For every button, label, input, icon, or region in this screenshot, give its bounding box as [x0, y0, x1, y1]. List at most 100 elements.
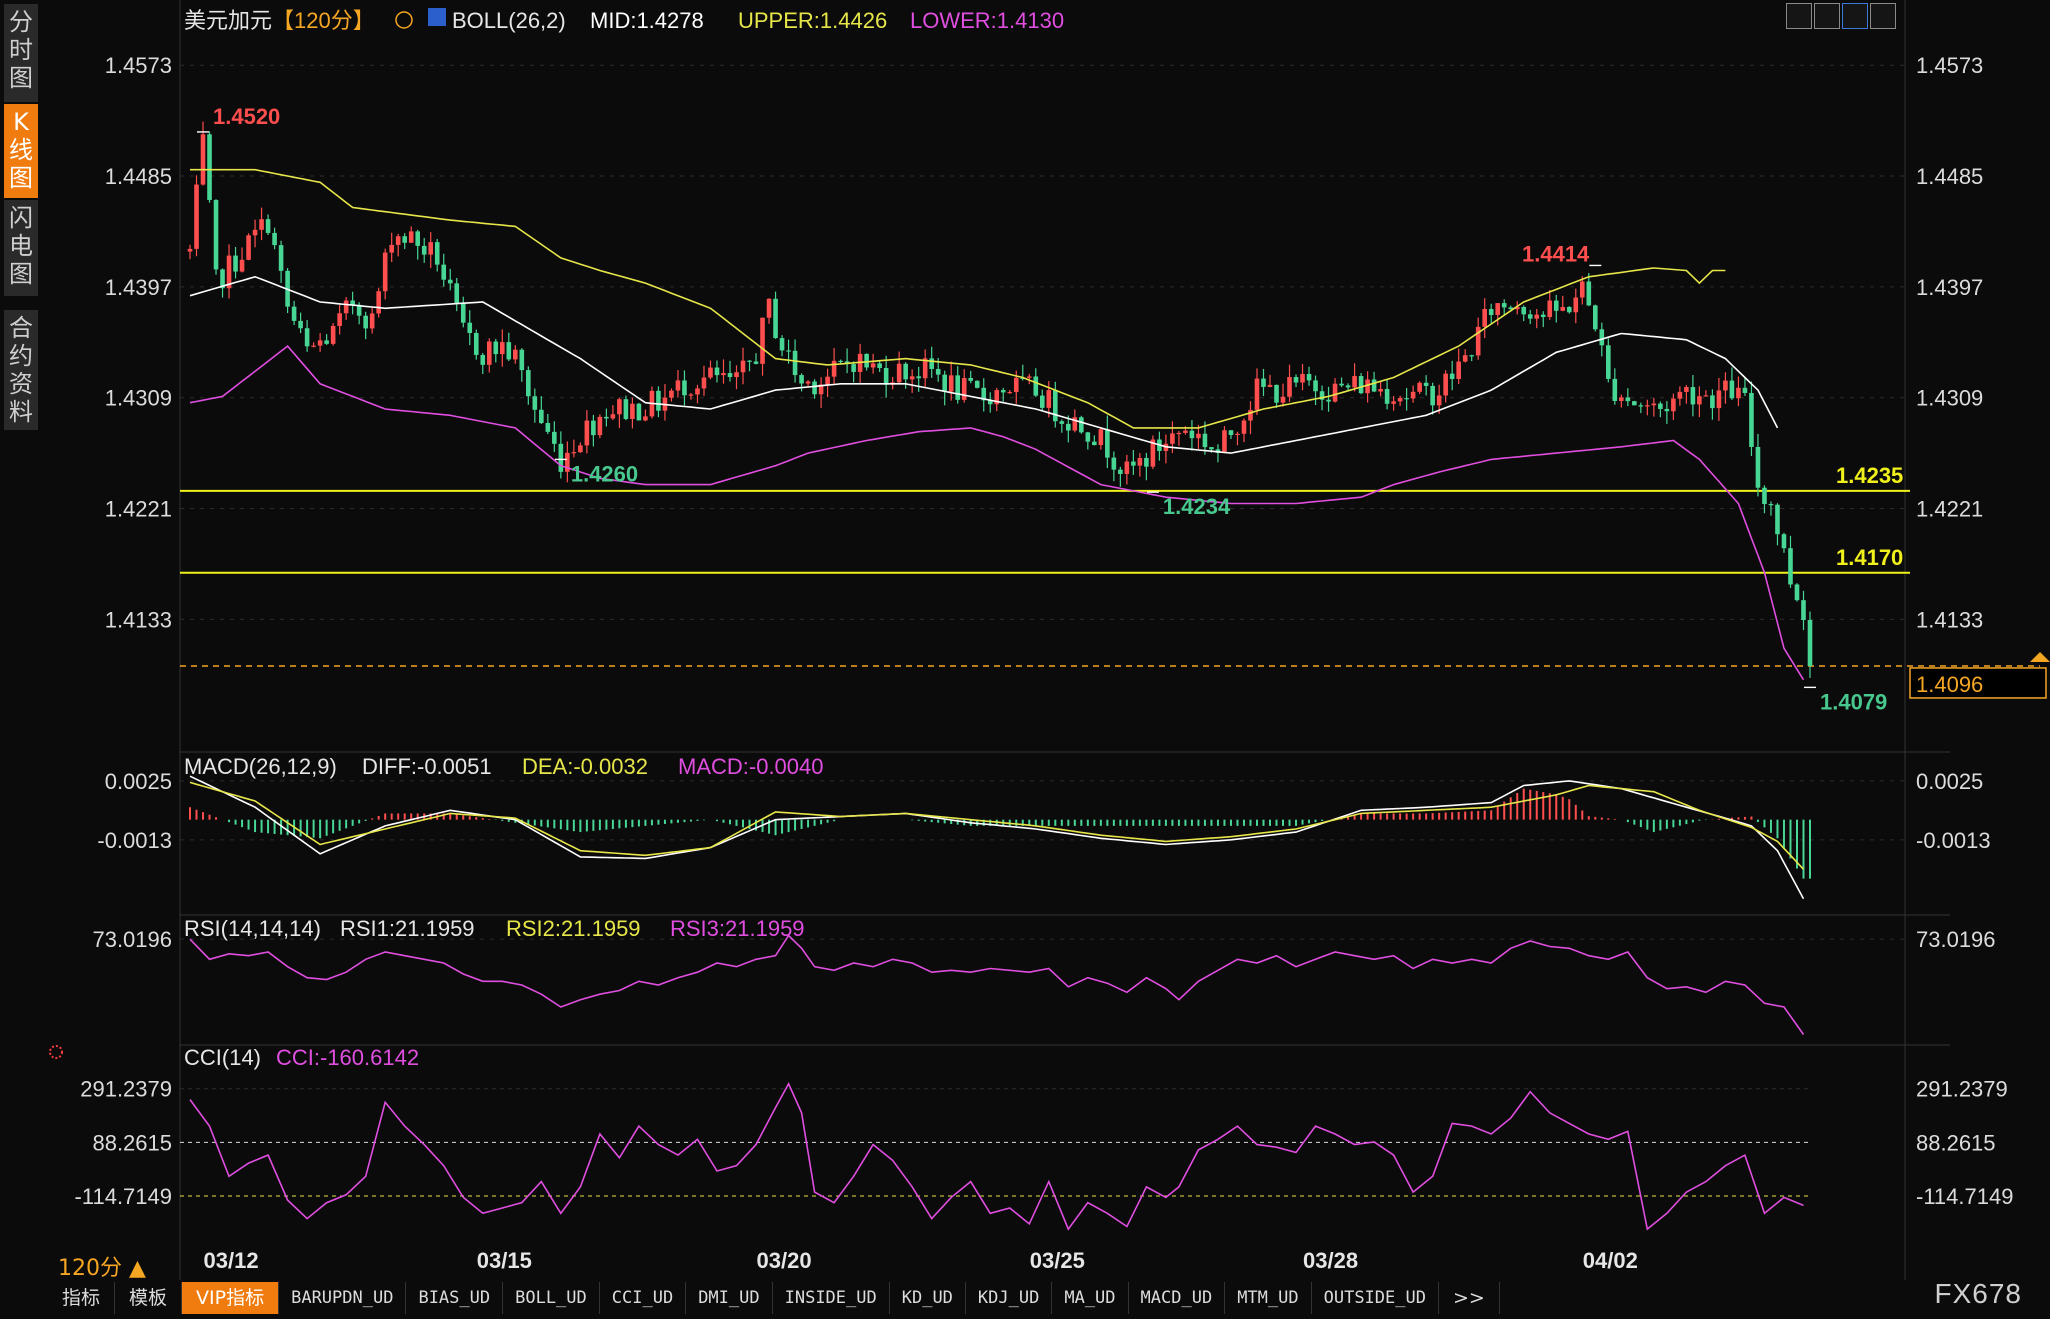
tab-ma[interactable]: MA_UD — [1052, 1282, 1129, 1314]
candle-body — [213, 200, 219, 270]
candle-body — [1430, 385, 1435, 406]
tab-macd[interactable]: MACD_UD — [1129, 1282, 1226, 1314]
candle-body — [1410, 391, 1416, 399]
grid-toggle-icon[interactable] — [1814, 3, 1840, 29]
candle-body — [929, 358, 934, 369]
candle-body — [1059, 421, 1065, 424]
sidebar-tab-timeshare[interactable]: 分时图 — [4, 4, 38, 102]
candle-body — [1066, 423, 1071, 431]
candle-body — [714, 367, 720, 376]
candle-body — [1196, 433, 1201, 439]
tab-templates[interactable]: 模板 — [115, 1282, 183, 1314]
candle-body — [343, 300, 349, 314]
date-label: 04/02 — [1583, 1248, 1638, 1273]
boll-mid-value: MID:1.4278 — [590, 8, 704, 33]
candle-body — [1254, 378, 1260, 410]
candle-body — [610, 414, 616, 419]
candle-body — [812, 381, 817, 395]
candle-body — [1495, 303, 1501, 316]
candle-body — [1501, 303, 1507, 308]
candle-body — [1664, 408, 1670, 412]
chart-style-icon[interactable] — [1842, 3, 1868, 29]
price-tick-left: 1.4133 — [105, 607, 172, 632]
fullscreen-icon[interactable] — [1870, 3, 1896, 29]
cci-tick-right: -114.7149 — [1916, 1184, 2013, 1209]
cci-value: CCI:-160.6142 — [276, 1045, 419, 1070]
candlestick-chart[interactable]: 1.4573 1.4573 1.4485 1.4485 1.4397 1.4397 1.43… — [0, 0, 2050, 1314]
candle-body — [604, 416, 609, 419]
tab-barupdn[interactable]: BARUPDN_UD — [279, 1282, 407, 1314]
boll-indicator-icon — [428, 8, 446, 26]
candle-body — [968, 378, 974, 381]
candle-body — [1391, 401, 1396, 404]
candle-body — [1261, 378, 1266, 387]
candle-body — [421, 245, 427, 255]
candle-body — [1013, 377, 1019, 392]
candle-body — [1638, 405, 1644, 407]
candle-body — [265, 219, 271, 233]
candle-body — [441, 264, 447, 280]
candle-body — [675, 380, 681, 391]
candle-body — [636, 403, 642, 421]
high-marker-1-label: 1.4520 — [213, 104, 280, 129]
candle-body — [701, 377, 707, 389]
sidebar-tab-contract[interactable]: 合约资料 — [4, 310, 38, 430]
candle-body — [480, 354, 486, 365]
price-tick-left: 1.4221 — [105, 497, 172, 522]
tab-more[interactable]: >> — [1439, 1282, 1500, 1314]
tab-cci[interactable]: CCI_UD — [600, 1282, 687, 1314]
candle-body — [1794, 584, 1800, 601]
candle-body — [578, 445, 583, 453]
price-tick-left: 1.4485 — [105, 164, 172, 189]
candle-body — [903, 363, 908, 380]
candle-body — [1384, 389, 1390, 404]
tab-dmi[interactable]: DMI_UD — [686, 1282, 773, 1314]
tab-vip-indicators[interactable]: VIP指标 — [182, 1282, 280, 1314]
tab-inside[interactable]: INSIDE_UD — [773, 1282, 890, 1314]
tab-mtm[interactable]: MTM_UD — [1225, 1282, 1312, 1314]
boll-label: BOLL(26,2) — [452, 8, 566, 33]
candle-body — [851, 364, 856, 372]
tab-bias[interactable]: BIAS_UD — [406, 1282, 504, 1314]
sidebar-tab-flash[interactable]: 闪电图 — [4, 200, 38, 296]
date-label: 03/25 — [1030, 1248, 1085, 1273]
candle-body — [792, 350, 798, 376]
candle-body — [1619, 397, 1624, 402]
cci-tick-left: 291.2379 — [80, 1077, 172, 1102]
candle-body — [317, 340, 323, 346]
sidebar-tab-flash-label: 闪电图 — [9, 204, 33, 288]
candle-body — [1651, 403, 1657, 406]
tab-kdj[interactable]: KDJ_UD — [966, 1282, 1053, 1314]
tab-kd[interactable]: KD_UD — [890, 1282, 966, 1314]
candle-body — [278, 245, 284, 271]
crosshair-toggle-icon[interactable] — [1786, 3, 1812, 29]
candle-body — [1176, 432, 1182, 435]
sidebar-tab-kline[interactable]: K线图 — [4, 104, 38, 198]
candle-body — [1781, 534, 1787, 549]
candle-body — [779, 338, 785, 351]
candle-body — [1573, 297, 1579, 313]
candle-body — [974, 380, 980, 388]
candle-body — [337, 313, 342, 326]
candle-body — [324, 340, 329, 344]
indicator-tab-bar: 指标 模板 VIP指标 BARUPDN_UD BIAS_UD BOLL_UD C… — [48, 1282, 2050, 1314]
tab-outside[interactable]: OUTSIDE_UD — [1312, 1282, 1439, 1314]
tab-indicators[interactable]: 指标 — [48, 1282, 116, 1314]
candle-body — [1690, 387, 1696, 405]
candle-body — [1085, 432, 1091, 442]
price-tick-left: 1.4573 — [105, 53, 172, 78]
candle-body — [1677, 391, 1683, 399]
period-indicator[interactable]: 120分 ▲ — [58, 1250, 146, 1282]
candle-body — [1443, 373, 1448, 396]
candle-body — [896, 363, 902, 383]
candle-body — [1241, 420, 1247, 434]
candle-body — [382, 252, 388, 292]
candle-body — [1339, 383, 1344, 386]
boll-mid-line — [189, 275, 1779, 454]
tab-boll[interactable]: BOLL_UD — [503, 1282, 600, 1314]
price-tick-right: 1.4309 — [1916, 386, 1983, 411]
chart-stage[interactable]: 1.4573 1.4573 1.4485 1.4485 1.4397 1.4397 1.43… — [0, 0, 2050, 1314]
cci-tick-left: -114.7149 — [75, 1184, 172, 1209]
candle-body — [1632, 401, 1637, 406]
candle-body — [1469, 355, 1474, 357]
